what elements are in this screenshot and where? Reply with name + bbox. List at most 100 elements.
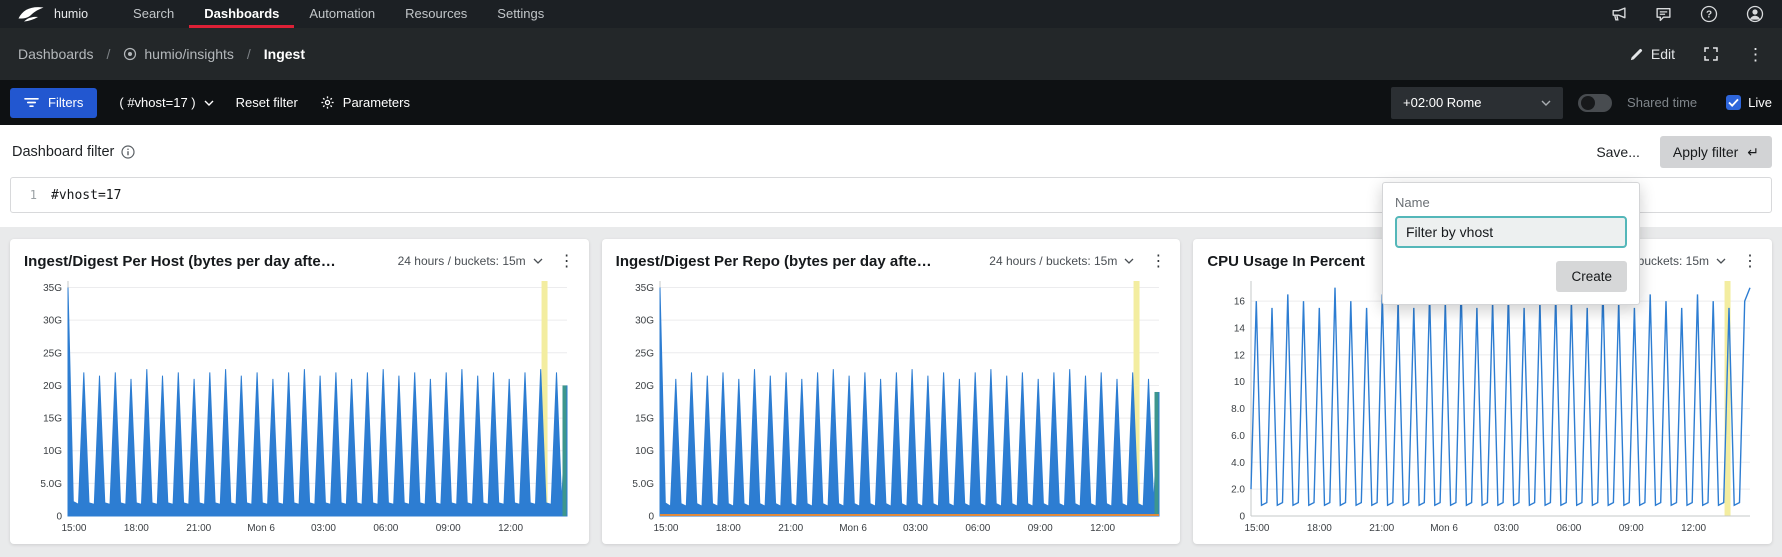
save-filter-button[interactable]: Save... xyxy=(1596,144,1640,160)
svg-text:12:00: 12:00 xyxy=(498,523,523,534)
breadcrumb-dashboards[interactable]: Dashboards xyxy=(18,46,94,62)
panel-title: Ingest/Digest Per Repo (bytes per day af… xyxy=(616,253,978,270)
dashboard-filter-label: Dashboard filter xyxy=(12,144,135,160)
crowdstrike-falcon-logo[interactable] xyxy=(18,5,44,23)
svg-text:20G: 20G xyxy=(43,381,62,392)
svg-text:03:00: 03:00 xyxy=(311,523,336,534)
svg-text:5.0G: 5.0G xyxy=(632,479,654,490)
svg-text:15G: 15G xyxy=(635,414,654,425)
panel-menu-button[interactable]: ⋮ xyxy=(1146,251,1166,271)
svg-text:09:00: 09:00 xyxy=(1027,523,1052,534)
chevron-down-icon xyxy=(533,258,543,264)
svg-text:18:00: 18:00 xyxy=(1307,523,1332,534)
nav-item-resources[interactable]: Resources xyxy=(390,0,482,28)
svg-text:21:00: 21:00 xyxy=(778,523,803,534)
svg-text:10G: 10G xyxy=(635,446,654,457)
gear-icon xyxy=(320,95,335,110)
parameters-button[interactable]: Parameters xyxy=(320,95,410,110)
svg-text:15:00: 15:00 xyxy=(653,523,678,534)
svg-text:35G: 35G xyxy=(635,283,654,294)
active-filter-dropdown[interactable]: ( #vhost=17 ) xyxy=(119,95,213,110)
nav-item-dashboards[interactable]: Dashboards xyxy=(189,0,294,28)
breadcrumb-package[interactable]: humio/insights xyxy=(123,46,234,62)
svg-text:Mon 6: Mon 6 xyxy=(247,523,275,534)
breadcrumb-separator: / xyxy=(247,46,251,62)
svg-text:30G: 30G xyxy=(635,316,654,327)
panel-menu-button[interactable]: ⋮ xyxy=(555,251,575,271)
svg-text:4.0: 4.0 xyxy=(1231,458,1245,469)
check-icon xyxy=(1728,98,1739,107)
ingest-per-repo-chart[interactable]: 35G30G25G20G15G10G5.0G015:0018:0021:00Mo… xyxy=(616,273,1167,538)
timezone-selector[interactable]: +02:00 Rome xyxy=(1391,87,1563,119)
svg-text:0: 0 xyxy=(56,512,62,523)
svg-text:12: 12 xyxy=(1234,350,1246,361)
name-field-label: Name xyxy=(1395,195,1627,210)
shared-time-toggle[interactable] xyxy=(1578,94,1612,112)
enter-key-icon: ↵ xyxy=(1747,144,1759,161)
feedback-icon[interactable] xyxy=(1655,6,1672,23)
chevron-down-icon xyxy=(1716,258,1726,264)
svg-text:06:00: 06:00 xyxy=(373,523,398,534)
svg-text:03:00: 03:00 xyxy=(903,523,928,534)
svg-text:2.0: 2.0 xyxy=(1231,485,1245,496)
svg-text:15:00: 15:00 xyxy=(1245,523,1270,534)
create-button[interactable]: Create xyxy=(1556,261,1627,292)
time-range-selector[interactable]: 24 hours / buckets: 15m xyxy=(398,254,543,268)
info-icon[interactable] xyxy=(121,145,135,159)
svg-text:5.0G: 5.0G xyxy=(40,479,62,490)
breadcrumb-bar: Dashboards / humio/insights / Ingest Edi… xyxy=(0,28,1782,80)
svg-text:0: 0 xyxy=(648,512,654,523)
panel-menu-button[interactable]: ⋮ xyxy=(1738,251,1758,271)
svg-text:35G: 35G xyxy=(43,283,62,294)
svg-text:21:00: 21:00 xyxy=(1370,523,1395,534)
time-range-selector[interactable]: 24 hours / buckets: 15m xyxy=(989,254,1134,268)
nav-item-search[interactable]: Search xyxy=(118,0,189,28)
top-nav: humio Search Dashboards Automation Resou… xyxy=(0,0,1782,28)
apply-filter-button[interactable]: Apply filter ↵ xyxy=(1660,136,1772,168)
svg-text:30G: 30G xyxy=(43,316,62,327)
chevron-down-icon xyxy=(204,100,214,106)
svg-text:20G: 20G xyxy=(635,381,654,392)
reset-filter-button[interactable]: Reset filter xyxy=(236,95,298,110)
falcon-icon xyxy=(18,5,44,23)
edit-dashboard-button[interactable]: Edit xyxy=(1629,46,1675,62)
svg-text:12:00: 12:00 xyxy=(1090,523,1115,534)
svg-text:21:00: 21:00 xyxy=(186,523,211,534)
announcements-icon[interactable] xyxy=(1610,6,1627,23)
nav-item-automation[interactable]: Automation xyxy=(294,0,390,28)
dashboard-menu-button[interactable]: ⋮ xyxy=(1747,46,1764,63)
svg-text:03:00: 03:00 xyxy=(1494,523,1519,534)
svg-text:Mon 6: Mon 6 xyxy=(1431,523,1459,534)
svg-text:18:00: 18:00 xyxy=(124,523,149,534)
account-icon[interactable] xyxy=(1746,5,1764,23)
svg-text:8.0: 8.0 xyxy=(1231,404,1245,415)
cpu-usage-chart[interactable]: 161412108.06.04.02.0015:0018:0021:00Mon … xyxy=(1207,273,1758,538)
svg-text:10: 10 xyxy=(1234,377,1246,388)
svg-text:15G: 15G xyxy=(43,414,62,425)
svg-text:6.0: 6.0 xyxy=(1231,431,1245,442)
svg-text:25G: 25G xyxy=(43,348,62,359)
ingest-per-host-chart[interactable]: 35G 30G 25G 20G 15G 10G 5.0G 015:00 18:00 21:00 Mo… xyxy=(24,273,575,538)
help-icon[interactable]: ? xyxy=(1700,5,1718,23)
nav-item-settings[interactable]: Settings xyxy=(482,0,559,28)
svg-text:15:00: 15:00 xyxy=(61,523,86,534)
fullscreen-button[interactable] xyxy=(1703,46,1719,62)
pencil-icon xyxy=(1629,47,1644,62)
filters-button[interactable]: Filters xyxy=(10,88,97,118)
svg-text:?: ? xyxy=(1706,10,1712,21)
save-filter-popup: Name Create xyxy=(1382,182,1640,305)
query-line-number: 1 xyxy=(11,188,37,202)
svg-text:10G: 10G xyxy=(43,446,62,457)
svg-text:09:00: 09:00 xyxy=(1619,523,1644,534)
toggle-knob xyxy=(1581,96,1595,110)
filter-name-input[interactable] xyxy=(1395,216,1627,248)
filter-bar: Filters ( #vhost=17 ) Reset filter Param… xyxy=(0,80,1782,125)
chevron-down-icon xyxy=(1124,258,1134,264)
panel-ingest-per-repo: Ingest/Digest Per Repo (bytes per day af… xyxy=(602,239,1181,544)
svg-text:14: 14 xyxy=(1234,324,1246,335)
live-checkbox[interactable] xyxy=(1726,95,1741,110)
brand-name[interactable]: humio xyxy=(54,7,88,21)
svg-text:06:00: 06:00 xyxy=(1557,523,1582,534)
svg-text:0: 0 xyxy=(1240,512,1246,523)
panel-title: Ingest/Digest Per Host (bytes per day af… xyxy=(24,253,386,270)
